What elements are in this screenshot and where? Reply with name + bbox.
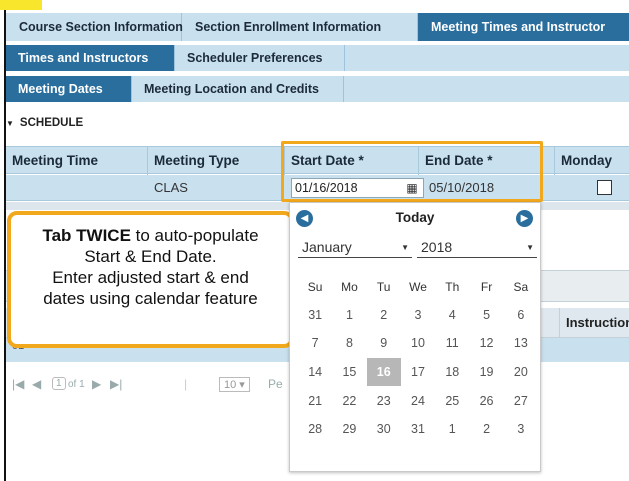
page-number-input[interactable]: 1: [52, 377, 66, 390]
calendar-day[interactable]: 6: [504, 301, 538, 329]
calendar-day[interactable]: 26: [469, 387, 503, 415]
last-page-icon[interactable]: ▶|: [110, 377, 122, 391]
header-monday[interactable]: Monday: [555, 147, 629, 175]
calendar-day[interactable]: 19: [469, 358, 503, 386]
per-page-label: Pe: [268, 377, 283, 391]
calendar-day[interactable]: 23: [367, 387, 401, 415]
calendar-day[interactable]: 27: [504, 387, 538, 415]
calendar-day[interactable]: 22: [332, 387, 366, 415]
weekday-label: Mo: [341, 280, 358, 294]
header-instruction[interactable]: Instruction: [559, 308, 629, 338]
calendar-day[interactable]: 31: [298, 301, 332, 329]
screenshot-frame: Course Section Information Section Enrol…: [0, 0, 629, 481]
today-button[interactable]: Today: [290, 210, 540, 225]
callout-line1: to auto-populate: [130, 226, 259, 245]
weekday-label: Su: [307, 280, 323, 294]
main-tabs: Course Section Information Section Enrol…: [6, 13, 629, 41]
calendar-day[interactable]: 30: [367, 415, 401, 443]
schedule-label: SCHEDULE: [19, 117, 84, 129]
calendar-day[interactable]: 11: [435, 329, 469, 357]
tab-course-section-information[interactable]: Course Section Information: [6, 13, 183, 41]
calendar-day[interactable]: 25: [435, 387, 469, 415]
page-size-select[interactable]: 10 ▾: [219, 377, 250, 392]
next-month-icon[interactable]: ▶: [516, 210, 533, 227]
month-value: January: [302, 239, 352, 255]
weekday-label: Sa: [513, 280, 529, 294]
tab-section-enrollment-information[interactable]: Section Enrollment Information: [182, 13, 418, 41]
weekday-label: Tu: [376, 280, 391, 294]
detail-tabs: Meeting Dates Meeting Location and Credi…: [6, 76, 629, 102]
date-picker-header: ◀ Today ▶: [290, 203, 540, 235]
tab-times-and-instructors[interactable]: Times and Instructors: [6, 45, 175, 71]
calendar-day[interactable]: 12: [469, 329, 503, 357]
calendar-day[interactable]: 13: [504, 329, 538, 357]
chevron-down-icon: ▼: [401, 243, 409, 252]
tab-meeting-location-and-credits[interactable]: Meeting Location and Credits: [132, 76, 344, 102]
next-page-icon[interactable]: ▶: [92, 377, 101, 391]
calendar-week: 14 15 16 17 18 19 20: [298, 358, 538, 386]
prev-page-icon[interactable]: ◀: [32, 377, 41, 391]
header-meeting-time[interactable]: Meeting Time: [6, 147, 148, 175]
calendar-week: 7 8 9 10 11 12 13: [298, 329, 538, 357]
calendar-day[interactable]: 24: [401, 387, 435, 415]
instruction-callout: Tab TWICE to auto-populate Start & End D…: [7, 211, 294, 348]
schedule-section-toggle[interactable]: ▼ SCHEDULE: [6, 112, 83, 134]
calendar-day[interactable]: 9: [367, 329, 401, 357]
calendar-day[interactable]: 2: [469, 415, 503, 443]
calendar-day[interactable]: 2: [367, 301, 401, 329]
calendar-day[interactable]: 28: [298, 415, 332, 443]
pager-divider: |: [184, 377, 188, 391]
calendar-week: 28 29 30 31 1 2 3: [298, 415, 538, 443]
calendar-day[interactable]: 1: [332, 301, 366, 329]
calendar-day[interactable]: 1: [435, 415, 469, 443]
calendar-day[interactable]: 17: [401, 358, 435, 386]
sub-tabs: Times and Instructors Scheduler Preferen…: [6, 45, 629, 71]
calendar-day[interactable]: 7: [298, 329, 332, 357]
weekday-label: Fr: [480, 280, 493, 294]
tab-scheduler-preferences[interactable]: Scheduler Preferences: [175, 45, 345, 71]
calendar-day[interactable]: 29: [332, 415, 366, 443]
meeting-type-value: CLAS: [154, 180, 188, 195]
highlight-corner: [0, 0, 42, 10]
calendar-day[interactable]: 4: [435, 301, 469, 329]
first-page-icon[interactable]: |◀: [12, 377, 24, 391]
callout-line3: Enter adjusted start & end: [52, 268, 249, 287]
calendar-day[interactable]: 20: [504, 358, 538, 386]
calendar-day-selected[interactable]: 16: [366, 358, 401, 386]
monday-checkbox[interactable]: [597, 180, 612, 195]
calendar-day[interactable]: 8: [332, 329, 366, 357]
calendar-week: 21 22 23 24 25 26 27: [298, 387, 538, 415]
calendar-day[interactable]: 5: [469, 301, 503, 329]
weekday-header: Su Mo Tu We Th Fr Sa: [298, 273, 538, 301]
year-value: 2018: [421, 239, 453, 255]
calendar-week: 31 1 2 3 4 5 6: [298, 301, 538, 329]
weekday-label: Th: [445, 280, 460, 294]
calendar-day[interactable]: 3: [401, 301, 435, 329]
date-picker: ◀ Today ▶ January ▼ 2018 ▼ Su Mo Tu We T…: [289, 202, 541, 472]
month-select[interactable]: January ▼: [298, 237, 412, 258]
calendar-day[interactable]: 21: [298, 387, 332, 415]
callout-line4: dates using calendar feature: [43, 289, 258, 308]
callout-line2: Start & End Date.: [84, 247, 217, 266]
calendar-day[interactable]: 31: [401, 415, 435, 443]
collapse-triangle-icon: ▼: [6, 119, 14, 128]
header-meeting-type[interactable]: Meeting Type: [148, 147, 285, 175]
pagination-bar: |◀ ◀ 1 of 1 ▶ ▶| | 10 ▾ Pe: [6, 372, 306, 398]
date-fields-highlight: [281, 141, 543, 202]
calendar-day[interactable]: 18: [435, 358, 469, 386]
calendar-day[interactable]: 3: [504, 415, 538, 443]
callout-bold-text: Tab TWICE: [42, 226, 131, 245]
tab-meeting-times-and-instructor[interactable]: Meeting Times and Instructor: [418, 13, 629, 41]
chevron-down-icon: ▼: [526, 243, 534, 252]
calendar-day[interactable]: 14: [298, 358, 332, 386]
weekday-label: We: [409, 280, 427, 294]
calendar-day[interactable]: 15: [332, 358, 366, 386]
page-count: of 1: [68, 379, 85, 390]
calendar-day[interactable]: 10: [401, 329, 435, 357]
tab-meeting-dates[interactable]: Meeting Dates: [6, 76, 132, 102]
year-select[interactable]: 2018 ▼: [417, 237, 537, 258]
page-size-value: 10: [224, 379, 237, 391]
